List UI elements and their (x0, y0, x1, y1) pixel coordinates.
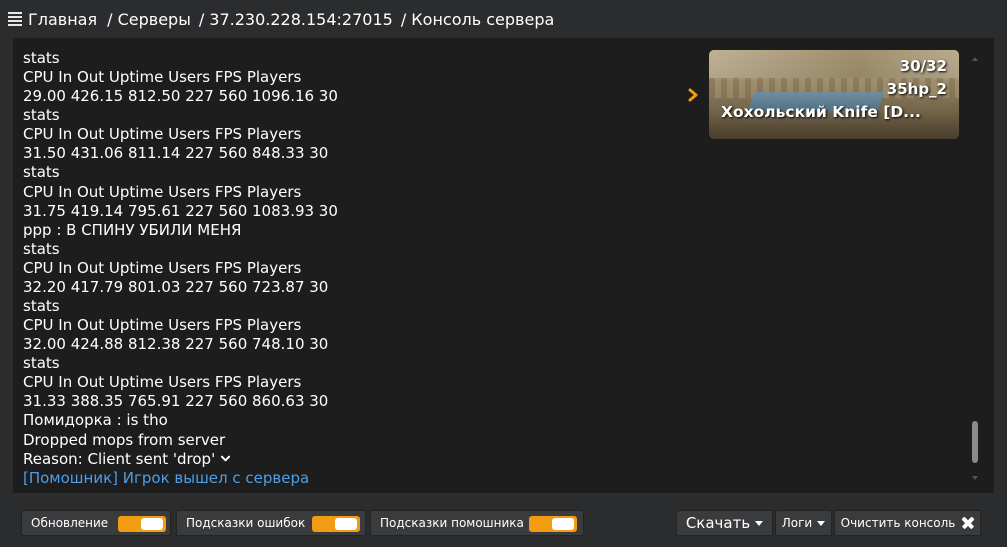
server-name: Хохольский Knife [D... (721, 103, 921, 121)
console-line: CPU In Out Uptime Users FPS Players (23, 316, 302, 335)
logs-button[interactable]: Логи (775, 510, 832, 536)
helper-hints-switch[interactable] (529, 516, 577, 532)
chevron-right-icon[interactable] (687, 88, 699, 102)
console-line-text: Reason: Client sent 'drop' (23, 449, 216, 468)
console-toolbar: Обновление Подсказки ошибок Подсказки по… (0, 496, 1007, 547)
close-icon (962, 516, 975, 529)
toggle-auto-update[interactable]: Обновление (21, 510, 171, 536)
clear-console-label: Очистить консоль (840, 516, 956, 530)
chevron-down-icon[interactable] (221, 454, 231, 463)
console-line: stats (23, 239, 60, 258)
toggle-helper-hints[interactable]: Подсказки помошника (370, 510, 584, 536)
toggle-label: Обновление (31, 516, 109, 530)
console-line: CPU In Out Uptime Users FPS Players (23, 125, 302, 144)
error-hints-switch[interactable] (312, 516, 360, 532)
scrollbar-thumb[interactable] (972, 421, 978, 463)
logs-button-label: Логи (781, 516, 813, 530)
console-line: stats (23, 49, 60, 67)
console-helper-message: [Помошник] Игрок вышел с сервера (23, 468, 310, 487)
console-line: Dropped mops from server (23, 430, 226, 449)
console-line: 32.20 417.79 801.03 227 560 723.87 30 (23, 277, 329, 296)
server-player-count: 30/32 (899, 57, 947, 75)
clear-console-button[interactable]: Очистить консоль (834, 510, 981, 536)
scroll-up-icon[interactable] (972, 57, 978, 61)
breadcrumb-current-page: / Консоль сервера (400, 9, 555, 29)
console-panel[interactable]: stats CPU In Out Uptime Users FPS Player… (13, 38, 994, 493)
auto-update-switch[interactable] (118, 516, 166, 532)
server-map-name: 35hp_2 (886, 80, 947, 98)
console-line: 32.00 424.88 812.38 227 560 748.10 30 (23, 335, 329, 354)
console-line: 31.50 431.06 811.14 227 560 848.33 30 (23, 144, 329, 163)
server-card[interactable]: 30/32 35hp_2 Хохольский Knife [D... (709, 50, 959, 139)
breadcrumb: Главная / Серверы / 37.230.228.154:27015… (0, 0, 1007, 38)
toggle-label: Подсказки помошника (380, 516, 524, 530)
console-line: CPU In Out Uptime Users FPS Players (23, 182, 302, 201)
console-line: 29.00 426.15 812.50 227 560 1096.16 30 (23, 87, 338, 106)
console-line: 31.33 388.35 765.91 227 560 860.63 30 (23, 392, 329, 411)
console-line: CPU In Out Uptime Users FPS Players (23, 373, 302, 392)
console-line: CPU In Out Uptime Users FPS Players (23, 258, 302, 277)
toggle-error-hints[interactable]: Подсказки ошибок (176, 510, 366, 536)
caret-down-icon (817, 520, 826, 526)
console-line: CPU In Out Uptime Users FPS Players (23, 68, 302, 87)
caret-down-icon (755, 520, 764, 526)
console-line-expandable: Reason: Client sent 'drop' (23, 450, 663, 469)
toggle-label: Подсказки ошибок (186, 516, 306, 530)
console-line: 31.75 419.14 795.61 227 560 1083.93 30 (23, 201, 338, 220)
menu-icon[interactable] (8, 11, 22, 26)
console-line: Помидорка : is tho (23, 411, 168, 430)
console-line: stats (23, 106, 60, 125)
breadcrumb-home[interactable]: Главная (28, 10, 97, 29)
console-scrollbar[interactable] (971, 48, 981, 480)
download-button-label: Скачать (685, 514, 751, 532)
scroll-down-icon[interactable] (972, 476, 978, 480)
download-button[interactable]: Скачать (676, 510, 773, 536)
console-line: ppp : В СПИНУ УБИЛИ МЕНЯ (23, 220, 242, 239)
console-log: stats CPU In Out Uptime Users FPS Player… (23, 49, 663, 488)
console-line: stats (23, 163, 60, 182)
breadcrumb-server-address[interactable]: / 37.230.228.154:27015 (199, 10, 393, 29)
breadcrumb-servers[interactable]: / Серверы (107, 10, 191, 29)
console-line: stats (23, 354, 60, 373)
console-line: stats (23, 297, 60, 316)
